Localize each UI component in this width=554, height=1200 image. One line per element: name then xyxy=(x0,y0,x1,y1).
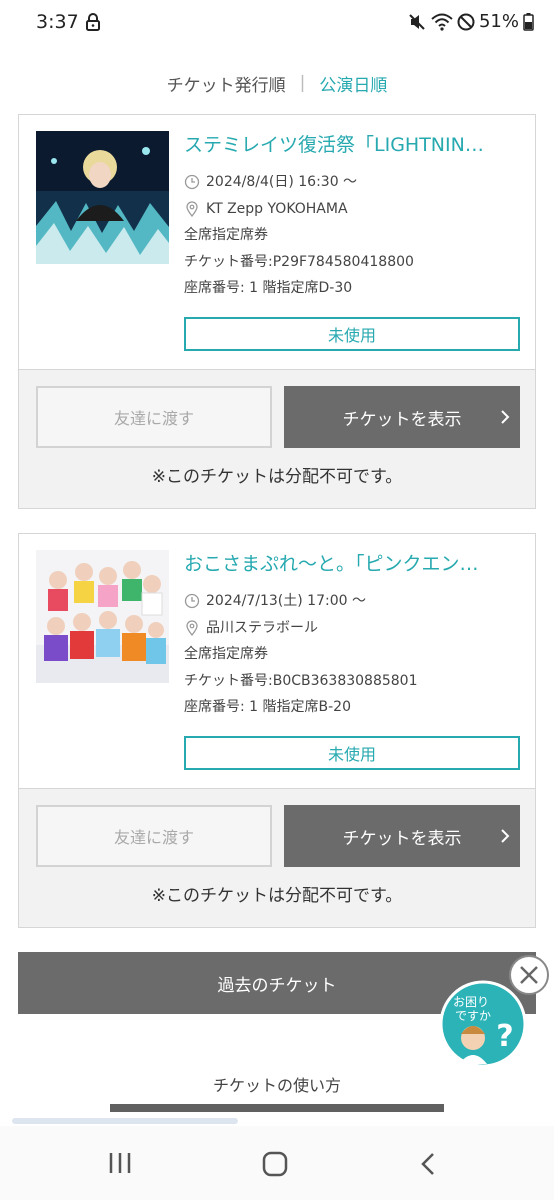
sort-by-date-tab[interactable]: 公演日順 xyxy=(319,71,387,96)
battery-percent: 51% xyxy=(478,11,519,32)
ticket-venue: KT Zepp YOKOHAMA xyxy=(206,200,348,217)
ticket-venue: 品川ステラボール xyxy=(206,619,318,636)
ticket-number: チケット番号:B0CB363830885801 xyxy=(184,672,418,689)
ticket-seat-type: 全席指定席券 xyxy=(184,646,268,662)
distribution-note: ※このチケットは分配不可です。 xyxy=(151,886,403,906)
back-icon[interactable] xyxy=(418,1150,438,1178)
location-pin-icon xyxy=(186,620,198,636)
svg-text:?: ? xyxy=(496,1019,513,1054)
clock-icon xyxy=(184,175,200,190)
sort-bar: チケット発行順 | 公演日順 xyxy=(0,68,554,98)
show-ticket-label: チケットを表示 xyxy=(342,828,462,849)
ticket-datetime-row: 2024/8/4(日) 16:30 〜 xyxy=(184,169,524,196)
ticket-seat-type: 全席指定席券 xyxy=(184,227,268,243)
ticket-title[interactable]: おこさまぷれ〜と。「ピンクエン… xyxy=(184,548,524,580)
ticket-status-badge: 未使用 xyxy=(184,317,520,351)
show-ticket-label: チケットを表示 xyxy=(342,409,462,430)
ticket-card: おこさまぷれ〜と。「ピンクエン… 2024/7/13(土) 17:00 〜 品川… xyxy=(18,533,536,928)
ticket-datetime: 2024/7/13(土) 17:00 〜 xyxy=(206,593,366,609)
ticket-thumbnail[interactable] xyxy=(36,550,169,683)
location-pin-icon xyxy=(186,201,198,217)
ticket-datetime: 2024/8/4(日) 16:30 〜 xyxy=(206,174,358,190)
system-navigation-bar xyxy=(0,1126,554,1200)
usage-heading-clipped xyxy=(110,1104,444,1112)
ticket-datetime-row: 2024/7/13(土) 17:00 〜 xyxy=(184,588,524,615)
lock-icon xyxy=(86,13,100,31)
ticket-seat-number: 座席番号: 1 階指定席D-30 xyxy=(184,280,353,296)
show-ticket-button[interactable]: チケットを表示 xyxy=(284,805,520,867)
scroll-indicator xyxy=(12,1118,238,1124)
sort-by-issue-tab[interactable]: チケット発行順 xyxy=(167,71,286,96)
chevron-right-icon xyxy=(501,829,510,843)
help-badge-line2: ですか xyxy=(455,1009,491,1023)
status-time: 3:37 xyxy=(36,11,79,33)
show-ticket-button[interactable]: チケットを表示 xyxy=(284,386,520,448)
status-bar: 3:37 51% xyxy=(0,0,554,46)
help-chat-badge[interactable]: お困り ですか ? xyxy=(439,980,527,1068)
recent-apps-icon[interactable] xyxy=(106,1150,134,1176)
chevron-right-icon xyxy=(501,410,510,424)
do-not-disturb-icon xyxy=(457,13,475,30)
wifi-icon xyxy=(431,13,453,31)
ticket-venue-row: KT Zepp YOKOHAMA xyxy=(184,196,524,223)
clock-icon xyxy=(184,594,200,609)
ticket-card: ステミレイツ復活祭「LIGHTNIN… 2024/8/4(日) 16:30 〜 … xyxy=(18,114,536,509)
distribution-note: ※このチケットは分配不可です。 xyxy=(151,467,403,487)
mute-icon xyxy=(409,13,425,30)
ticket-thumbnail[interactable] xyxy=(36,131,169,264)
ticket-number: チケット番号:P29F784580418800 xyxy=(184,253,414,270)
help-badge-line1: お困り xyxy=(453,995,489,1009)
transfer-to-friend-button[interactable]: 友達に渡す xyxy=(36,805,272,867)
ticket-seat-number: 座席番号: 1 階指定席B-20 xyxy=(184,699,351,715)
ticket-title[interactable]: ステミレイツ復活祭「LIGHTNIN… xyxy=(184,129,524,161)
ticket-status-badge: 未使用 xyxy=(184,736,520,770)
battery-icon xyxy=(523,12,534,31)
ticket-venue-row: 品川ステラボール xyxy=(184,615,524,642)
transfer-to-friend-button[interactable]: 友達に渡す xyxy=(36,386,272,448)
sort-divider: | xyxy=(299,73,306,93)
usage-section-title: チケットの使い方 xyxy=(212,1076,341,1095)
home-icon[interactable] xyxy=(261,1150,289,1178)
